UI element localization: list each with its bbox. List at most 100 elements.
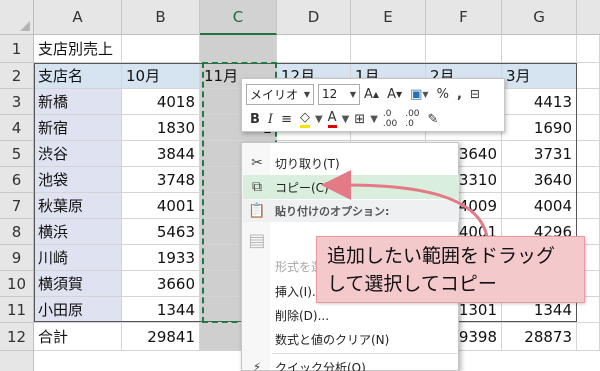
- cell-g1[interactable]: [502, 35, 577, 63]
- cell-b12[interactable]: 29841: [122, 323, 200, 351]
- row-header[interactable]: 3: [0, 89, 34, 115]
- align-center-icon[interactable]: ≡: [281, 112, 292, 127]
- font-size-dropdown[interactable]: 12 ▼: [318, 83, 360, 105]
- cell-b1[interactable]: [122, 35, 200, 63]
- cell-g2[interactable]: 3月: [502, 63, 577, 89]
- font-name-dropdown[interactable]: メイリオ ▼: [246, 83, 314, 105]
- bold-icon[interactable]: B: [250, 112, 260, 127]
- cell-g7[interactable]: 4004: [502, 193, 577, 219]
- cell-c1[interactable]: [200, 35, 277, 63]
- cell-g12[interactable]: 28873: [502, 323, 577, 351]
- row-header[interactable]: 7: [0, 193, 34, 219]
- cell-a4[interactable]: 新宿: [34, 115, 122, 141]
- chevron-down-icon[interactable]: ▼: [315, 114, 323, 125]
- cell-h6[interactable]: [577, 167, 600, 193]
- paste-icon: 📋: [248, 203, 266, 219]
- cell-g6[interactable]: 3640: [502, 167, 577, 193]
- row-header[interactable]: 11: [0, 297, 34, 323]
- cell-e1[interactable]: [351, 35, 426, 63]
- chevron-down-icon[interactable]: ▼: [370, 114, 378, 125]
- increase-font-icon[interactable]: A ▲: [364, 87, 379, 102]
- cell-h1[interactable]: [577, 35, 600, 63]
- cell-h4[interactable]: [577, 115, 600, 141]
- cell-f1[interactable]: [426, 35, 502, 63]
- cell-a7[interactable]: 秋葉原: [34, 193, 122, 219]
- callout-line-1: 追加したい範囲をドラッグ: [327, 245, 556, 267]
- cell-h2[interactable]: [577, 63, 600, 89]
- column-header-c[interactable]: C: [200, 0, 277, 35]
- excel-window: A B C D E F G 1 2 3 4 5 6 7 8 9 10 11 12…: [0, 0, 600, 371]
- cell-b3[interactable]: 4018: [122, 89, 200, 115]
- cell-h3[interactable]: [577, 89, 600, 115]
- menu-item-delete[interactable]: 削除(D)...: [243, 303, 459, 327]
- cell-b5[interactable]: 3844: [122, 141, 200, 167]
- menu-item-clear-contents[interactable]: 数式と値のクリア(N): [243, 327, 459, 351]
- comma-style-icon[interactable]: ,: [457, 87, 462, 102]
- cell-b7[interactable]: 4001: [122, 193, 200, 219]
- cell-h7[interactable]: [577, 193, 600, 219]
- row-header[interactable]: 1: [0, 35, 34, 63]
- row-header[interactable]: 9: [0, 245, 34, 271]
- row-header[interactable]: 5: [0, 141, 34, 167]
- clipboard-icon: ▤: [248, 229, 266, 251]
- cell-a8[interactable]: 横浜: [34, 219, 122, 245]
- menu-item-quick-analysis[interactable]: ⚡ クイック分析(Q): [243, 355, 459, 371]
- row-header[interactable]: 2: [0, 63, 34, 89]
- cell-a1[interactable]: 支店別売上: [34, 35, 122, 63]
- cell-a12[interactable]: 合計: [34, 323, 122, 351]
- cell-b10[interactable]: 3660: [122, 271, 200, 297]
- menu-item-label: 削除(D)...: [275, 308, 330, 323]
- column-header-d[interactable]: D: [277, 0, 351, 35]
- fill-color-icon[interactable]: ◇: [299, 110, 310, 128]
- cell-h12[interactable]: [577, 323, 600, 351]
- callout-line-2: して選択してコピー: [327, 273, 497, 295]
- cell-g3[interactable]: 4413: [502, 89, 577, 115]
- cell-a9[interactable]: 川崎: [34, 245, 122, 271]
- increase-decimal-icon[interactable]: .0.00: [383, 109, 397, 129]
- accounting-format-icon[interactable]: ▣ ▼: [410, 87, 428, 102]
- cell-a5[interactable]: 渋谷: [34, 141, 122, 167]
- cell-b8[interactable]: 5463: [122, 219, 200, 245]
- italic-icon[interactable]: I: [268, 112, 273, 127]
- cell-b2[interactable]: 10月: [122, 63, 200, 89]
- cell-b4[interactable]: 1830: [122, 115, 200, 141]
- select-all-corner[interactable]: [0, 0, 34, 35]
- column-header-f[interactable]: F: [426, 0, 502, 35]
- merge-center-icon[interactable]: ⊟: [470, 87, 480, 101]
- cell-a2[interactable]: 支店名: [34, 63, 122, 89]
- menu-item-label: 貼り付けのオプション:: [275, 205, 390, 218]
- menu-item-copy[interactable]: ⧉ コピー(C): [243, 175, 459, 199]
- column-header-g[interactable]: G: [502, 0, 577, 35]
- row-header[interactable]: 8: [0, 219, 34, 245]
- chevron-down-icon[interactable]: ▼: [342, 114, 350, 125]
- row-header[interactable]: 10: [0, 271, 34, 297]
- cell-a3[interactable]: 新橋: [34, 89, 122, 115]
- column-header-overflow: [577, 0, 600, 35]
- row-header[interactable]: 6: [0, 167, 34, 193]
- cell-d1[interactable]: [277, 35, 351, 63]
- menu-separator: [272, 353, 458, 354]
- borders-icon[interactable]: ⊞: [354, 112, 365, 127]
- cell-g5[interactable]: 3731: [502, 141, 577, 167]
- font-color-icon[interactable]: A: [327, 110, 337, 128]
- column-header-e[interactable]: E: [351, 0, 426, 35]
- decrease-decimal-icon[interactable]: .00.0: [405, 109, 419, 129]
- row-header[interactable]: 12: [0, 323, 34, 351]
- menu-item-label: 切り取り(T): [275, 156, 340, 171]
- cell-a11[interactable]: 小田原: [34, 297, 122, 323]
- percent-style-icon[interactable]: %: [437, 87, 449, 102]
- format-painter-icon[interactable]: ✎: [428, 112, 439, 127]
- row-header[interactable]: 4: [0, 115, 34, 141]
- decrease-font-icon[interactable]: A ▼: [387, 87, 402, 102]
- cell-a6[interactable]: 池袋: [34, 167, 122, 193]
- cell-b6[interactable]: 3748: [122, 167, 200, 193]
- cell-b9[interactable]: 1933: [122, 245, 200, 271]
- menu-item-cut[interactable]: ✂ 切り取り(T): [243, 151, 459, 175]
- column-header-a[interactable]: A: [34, 0, 122, 35]
- cell-b11[interactable]: 1344: [122, 297, 200, 323]
- cell-a10[interactable]: 横須賀: [34, 271, 122, 297]
- quick-analysis-icon: ⚡: [252, 360, 262, 371]
- cell-h5[interactable]: [577, 141, 600, 167]
- cell-g4[interactable]: 1690: [502, 115, 577, 141]
- column-header-b[interactable]: B: [122, 0, 200, 35]
